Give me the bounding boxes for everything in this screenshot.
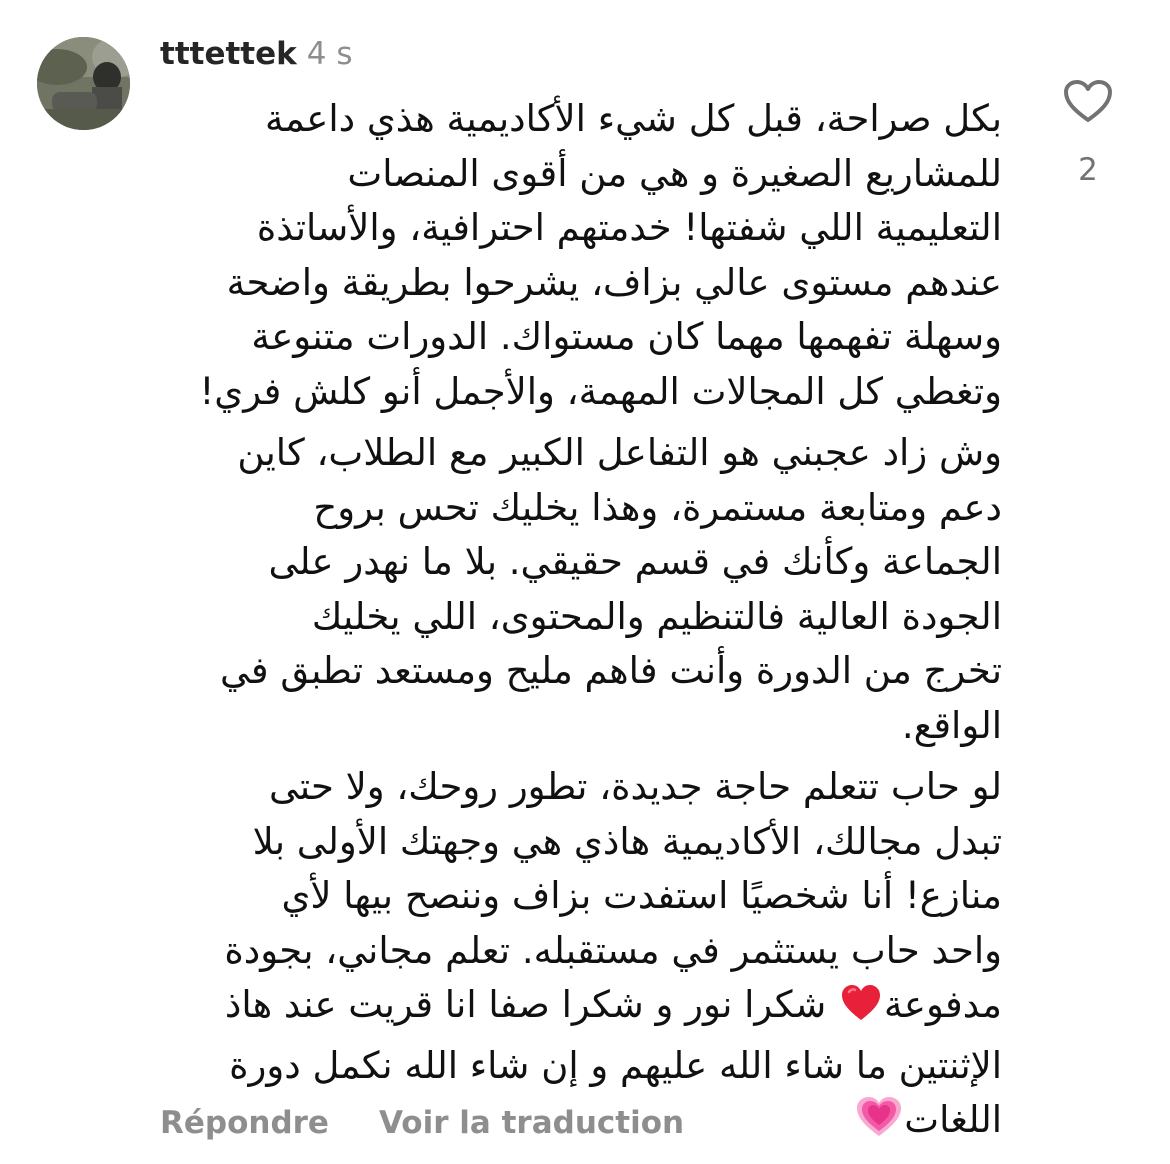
comment-line: عندهم مستوى عالي بزاف، يشرحوا بطريقة واض… [226,260,1002,304]
avatar[interactable] [37,37,130,130]
comment-line: منازع! أنا شخصيًا استفدت بزاف وننصح بيها… [281,874,1002,917]
reply-button[interactable]: Répondre [160,1105,329,1141]
comment-text-fragment: شكرا نور و شكرا صفا انا قريت عند هاذ [224,983,827,1026]
username[interactable]: tttettek [160,36,297,72]
comment-line: وتغطي كل المجالات المهمة، والأجمل أنو كل… [199,369,1002,413]
like-count[interactable]: 2 [1060,150,1116,190]
comment-line: مدفوعة شكرا نور و شكرا صفا انا قريت عند … [150,978,1002,1039]
comment-actions: Répondre Voir la traduction [160,1105,684,1141]
comment-line: تبدل مجالك، الأكاديمية هاذي هي وجهتك الأ… [252,819,1002,863]
translate-button[interactable]: Voir la traduction [379,1105,684,1141]
comment-text-fragment: اللغات [904,1098,1002,1141]
comment-line: بكل صراحة، قبل كل شيء الأكاديمية هذي داع… [265,97,1002,140]
comment-paragraph-3: لو حاب تتعلم حاجة جديدة، تطور روحك، ولا … [150,760,1002,1154]
avatar-photo [37,37,130,130]
comment-header: tttettek 4 s [160,36,353,76]
comment-line: وسهلة تفهمها مهما كان مستواك. الدورات مت… [251,315,1002,358]
growing-heart-emoji [856,1096,902,1154]
like-button[interactable] [1060,78,1116,128]
comment-line: التعليمية اللي شفتها! خدمتهم احترافية، و… [256,206,1002,249]
timestamp: 4 s [306,36,353,72]
comment-line: للمشاريع الصغيرة و هي من أقوى المنصات [347,151,1002,195]
comment-paragraph-1: بكل صراحة، قبل كل شيء الأكاديمية هذي داع… [150,92,1002,419]
comment-line: الإثنتين ما شاء الله عليهم و إن شاء الله… [229,1043,1002,1087]
comment-line: تخرج من الدورة وأنت فاهم مليح ومستعد تطب… [220,649,1002,692]
comment-line: لو حاب تتعلم حاجة جديدة، تطور روحك، ولا … [268,765,1002,808]
comment-line: الواقع. [901,703,1002,747]
comment-paragraph-2: وش زاد عجبني هو التفاعل الكبير مع الطلاب… [150,426,1002,753]
comment-line: دعم ومتابعة مستمرة، وهذا يخليك تحس بروح [313,485,1002,529]
comment-text: بكل صراحة، قبل كل شيء الأكاديمية هذي داع… [150,92,1002,1154]
comment: tttettek 4 s بكل صراحة، قبل كل شيء الأكا… [0,0,1170,1164]
comment-line: الجماعة وكأنك في قسم حقيقي. بلا ما نهدر … [268,540,1002,583]
comment-line: الجودة العالية فالتنظيم والمحتوى، اللي ي… [311,594,1002,638]
comment-text-fragment: مدفوعة [884,983,1002,1026]
heart-outline-icon [1064,80,1112,122]
comment-line: واحد حاب يستثمر في مستقبله. تعلم مجاني، … [224,928,1002,972]
red-heart-emoji [840,983,882,1039]
comment-line: وش زاد عجبني هو التفاعل الكبير مع الطلاب… [237,431,1002,474]
